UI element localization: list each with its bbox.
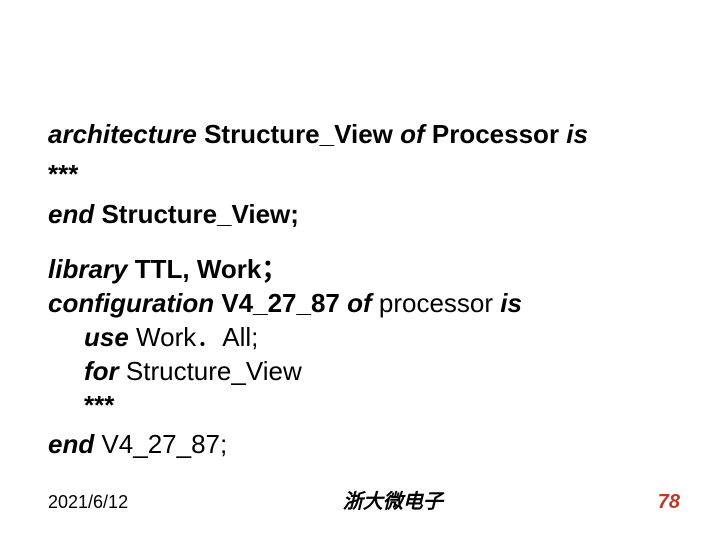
code-line-3: end Structure_View; [48, 198, 680, 232]
kw-for: for [84, 356, 119, 386]
code-line-2: *** [48, 158, 680, 192]
text-structureview: Structure_View [197, 119, 400, 149]
code-line-7: for Structure_View [48, 355, 680, 389]
code-line-6: use Work．All; [48, 321, 680, 355]
code-line-9: end V4_27_87; [48, 428, 680, 462]
code-line-5: configuration V4_27_87 of processor is [48, 287, 680, 321]
spacer [48, 231, 680, 253]
code-line-1: architecture Structure_View of Processor… [48, 118, 680, 152]
text-structureview-end: Structure_View; [94, 199, 299, 229]
kw-use: use [84, 322, 129, 352]
code-line-4: library TTL, Work； [48, 253, 680, 287]
text-processor-2: processor [372, 288, 501, 318]
kw-is: is [566, 119, 588, 149]
footer-date: 2021/6/12 [48, 492, 128, 513]
text-v4-end: V4_27_87; [94, 429, 227, 459]
kw-of-2: of [347, 288, 372, 318]
kw-end-2: end [48, 429, 94, 459]
kw-of: of [400, 119, 425, 149]
footer-center: 浙大微电子 [128, 485, 658, 514]
kw-configuration: configuration [48, 288, 214, 318]
text-workall: Work．All; [129, 322, 259, 352]
kw-architecture: architecture [48, 119, 197, 149]
text-v4-name: V4_27_87 [214, 288, 347, 318]
slide-body: architecture Structure_View of Processor… [48, 118, 680, 462]
text-structureview-for: Structure_View [119, 356, 302, 386]
code-line-8: *** [48, 389, 680, 423]
kw-end: end [48, 199, 94, 229]
footer-page-number: 78 [658, 491, 680, 514]
text-ttlwork: TTL, Work； [128, 254, 288, 284]
slide-footer: 2021/6/12 浙大微电子 78 [48, 485, 680, 514]
kw-is-2: is [500, 288, 522, 318]
slide: architecture Structure_View of Processor… [0, 0, 720, 540]
kw-library: library [48, 254, 128, 284]
text-processor: Processor [425, 119, 567, 149]
